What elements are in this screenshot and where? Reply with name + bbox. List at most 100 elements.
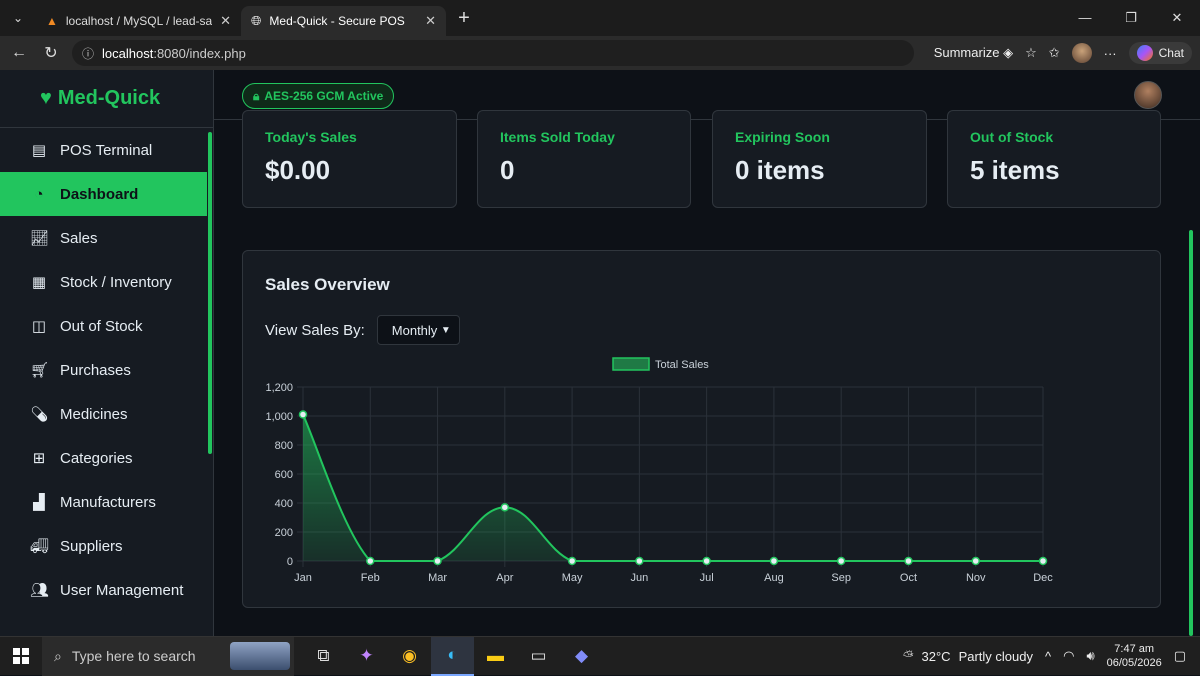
brand-logo[interactable]: ♥ Med-Quick [0, 70, 213, 128]
start-button[interactable] [0, 648, 42, 664]
y-tick-label: 200 [275, 527, 293, 539]
stat-value: 0 items [735, 155, 825, 185]
data-point [366, 556, 375, 566]
sidebar-item-medicines[interactable]: 💊︎ Medicines [0, 392, 207, 436]
y-tick-label: 0 [287, 556, 293, 568]
lock-icon: 🔒︎ [253, 88, 260, 103]
sales-overview-title: Sales Overview [265, 275, 390, 294]
weather-widget[interactable]: ⛅︎ 32°C Partly cloudy [903, 648, 1033, 664]
view-by-selected: Monthly [391, 322, 438, 338]
view-by-select[interactable]: Monthly ▼ [376, 315, 460, 345]
y-tick-label: 400 [275, 498, 293, 510]
data-point [971, 556, 980, 566]
y-tick-label: 1,000 [265, 411, 293, 423]
new-tab-icon[interactable]: + [450, 7, 478, 30]
restore-icon[interactable]: ❐ [1108, 10, 1154, 26]
refresh-icon[interactable]: ↻ [40, 43, 62, 63]
stat-label: Items Sold Today [500, 129, 615, 145]
x-tick-label: Feb [361, 572, 380, 584]
sidebar-item-stock-inventory[interactable]: ▦ Stock / Inventory [0, 260, 207, 304]
url-field[interactable]: ⓘ localhost:8080/index.php [72, 40, 914, 66]
summarize-label: Summarize [933, 45, 1000, 60]
sidebar: ♥ Med-Quick ▤ POS Terminal ◔ Dashboard 📈︎ Sal… [0, 70, 214, 636]
sidebar-item-out-of-stock[interactable]: ◫ Out of Stock [0, 304, 207, 348]
terminal-icon[interactable]: ▭ [517, 637, 560, 676]
sidebar-item-label: POS Terminal [60, 141, 153, 159]
notifications-icon[interactable]: ▢ [1174, 648, 1186, 664]
chat-label: Chat [1158, 46, 1184, 60]
tab-close-icon[interactable]: ✕ [220, 13, 231, 29]
sidebar-item-label: Sales [60, 229, 98, 247]
data-point [298, 410, 308, 419]
line-chart-icon: 📈︎ [30, 230, 50, 247]
x-tick-label: Apr [496, 572, 513, 584]
security-status-badge: 🔒︎ AES-256 GCM Active [242, 83, 395, 109]
sidebar-item-label: Suppliers [60, 537, 123, 555]
sidebar-item-purchases[interactable]: 🛒︎ Purchases [0, 348, 207, 392]
y-tick-label: 1,200 [265, 382, 293, 394]
copilot-chat-button[interactable]: Chat [1128, 42, 1192, 64]
task-view-icon[interactable]: ⧉ [302, 637, 345, 676]
taskbar-search[interactable]: ⌕ Type here to search [42, 636, 294, 676]
search-highlight-image [230, 641, 290, 670]
system-clock[interactable]: 7:47 am 06/05/2026 [1107, 642, 1162, 670]
profile-avatar[interactable] [1071, 43, 1092, 63]
phpmyadmin-favicon-icon: ▲ [46, 14, 58, 28]
globe-icon: 🌐︎ [251, 13, 262, 28]
network-icon[interactable]: ◠ [1063, 648, 1074, 664]
x-tick-label: Dec [1033, 572, 1053, 584]
page-scrollbar[interactable] [1189, 230, 1193, 636]
chevron-up-icon[interactable]: ^ [1045, 649, 1051, 664]
teams-icon[interactable]: ◆ [560, 637, 603, 676]
clock-date: 06/05/2026 [1106, 657, 1162, 669]
sidebar-item-categories[interactable]: ⊞ Categories [0, 436, 207, 480]
boxes-icon: ▦ [31, 274, 47, 291]
edge-icon[interactable]: ◐ [431, 636, 474, 676]
x-tick-label: Sep [831, 572, 851, 584]
stat-label: Today's Sales [265, 129, 357, 145]
close-window-icon[interactable]: ✕ [1154, 10, 1200, 26]
stat-card-todays-sales: Today's Sales $0.00 [242, 110, 457, 208]
data-point [433, 556, 442, 566]
browser-tab-medquick[interactable]: 🌐︎ Med-Quick - Secure POS ✕ [241, 6, 446, 36]
sidebar-item-label: Dashboard [60, 185, 139, 203]
volume-icon[interactable]: 🔊︎ [1086, 648, 1094, 664]
legend-swatch [612, 357, 650, 371]
file-explorer-icon[interactable]: ▬ [474, 637, 517, 676]
address-bar-row: ← ↻ ⓘ localhost:8080/index.php Summarize… [0, 36, 1200, 70]
browser-tab-phpmyadmin[interactable]: ▲ localhost / MySQL / lead-saas / lea ✕ [36, 6, 241, 36]
sidebar-item-suppliers[interactable]: 🚚︎ Suppliers [0, 524, 207, 568]
url-path: :8080/index.php [153, 45, 246, 61]
minimize-icon[interactable]: — [1062, 10, 1108, 26]
sidebar-scrollbar[interactable] [208, 132, 212, 454]
sidebar-item-pos-terminal[interactable]: ▤ POS Terminal [0, 128, 207, 172]
sidebar-item-manufacturers[interactable]: ▟ Manufacturers [0, 480, 207, 524]
favorite-star-icon[interactable]: ☆ [1025, 45, 1037, 61]
summarize-button[interactable]: Summarize ◈ [934, 45, 1013, 61]
tab-close-icon[interactable]: ✕ [425, 13, 436, 29]
data-point [635, 556, 644, 566]
sidebar-item-dashboard[interactable]: ◔ Dashboard [0, 172, 207, 216]
data-point [1038, 556, 1048, 566]
stat-label: Out of Stock [970, 129, 1054, 145]
more-options-icon[interactable]: ··· [1104, 46, 1117, 61]
search-icon: ⌕ [54, 647, 62, 664]
chrome-icon[interactable]: ◉ [388, 637, 431, 676]
user-avatar[interactable] [1134, 81, 1162, 109]
url-host: localhost [102, 45, 154, 61]
stat-card-items-sold: Items Sold Today 0 [477, 110, 691, 208]
back-arrow-icon[interactable]: ← [8, 44, 30, 62]
series-area-total-sales [303, 414, 1043, 561]
search-placeholder: Type here to search [71, 648, 196, 664]
y-tick-label: 600 [275, 469, 293, 481]
sidebar-item-user-management[interactable]: 👥︎ User Management [0, 568, 207, 612]
heart-pulse-icon: ♥ [40, 87, 52, 109]
copilot-app-icon[interactable]: ✦ [345, 637, 388, 676]
view-by-row: View Sales By: Monthly ▼ [265, 315, 460, 345]
clock-time: 7:47 am [1114, 643, 1155, 655]
tab-actions-menu-icon[interactable]: ⌄ [0, 0, 36, 36]
favorites-icon[interactable]: ✩ [1049, 45, 1060, 61]
sidebar-item-sales[interactable]: 📈︎ Sales [0, 216, 207, 260]
security-badge-label: AES-256 GCM Active [264, 89, 384, 103]
sitemap-icon: ⊞ [32, 450, 46, 467]
